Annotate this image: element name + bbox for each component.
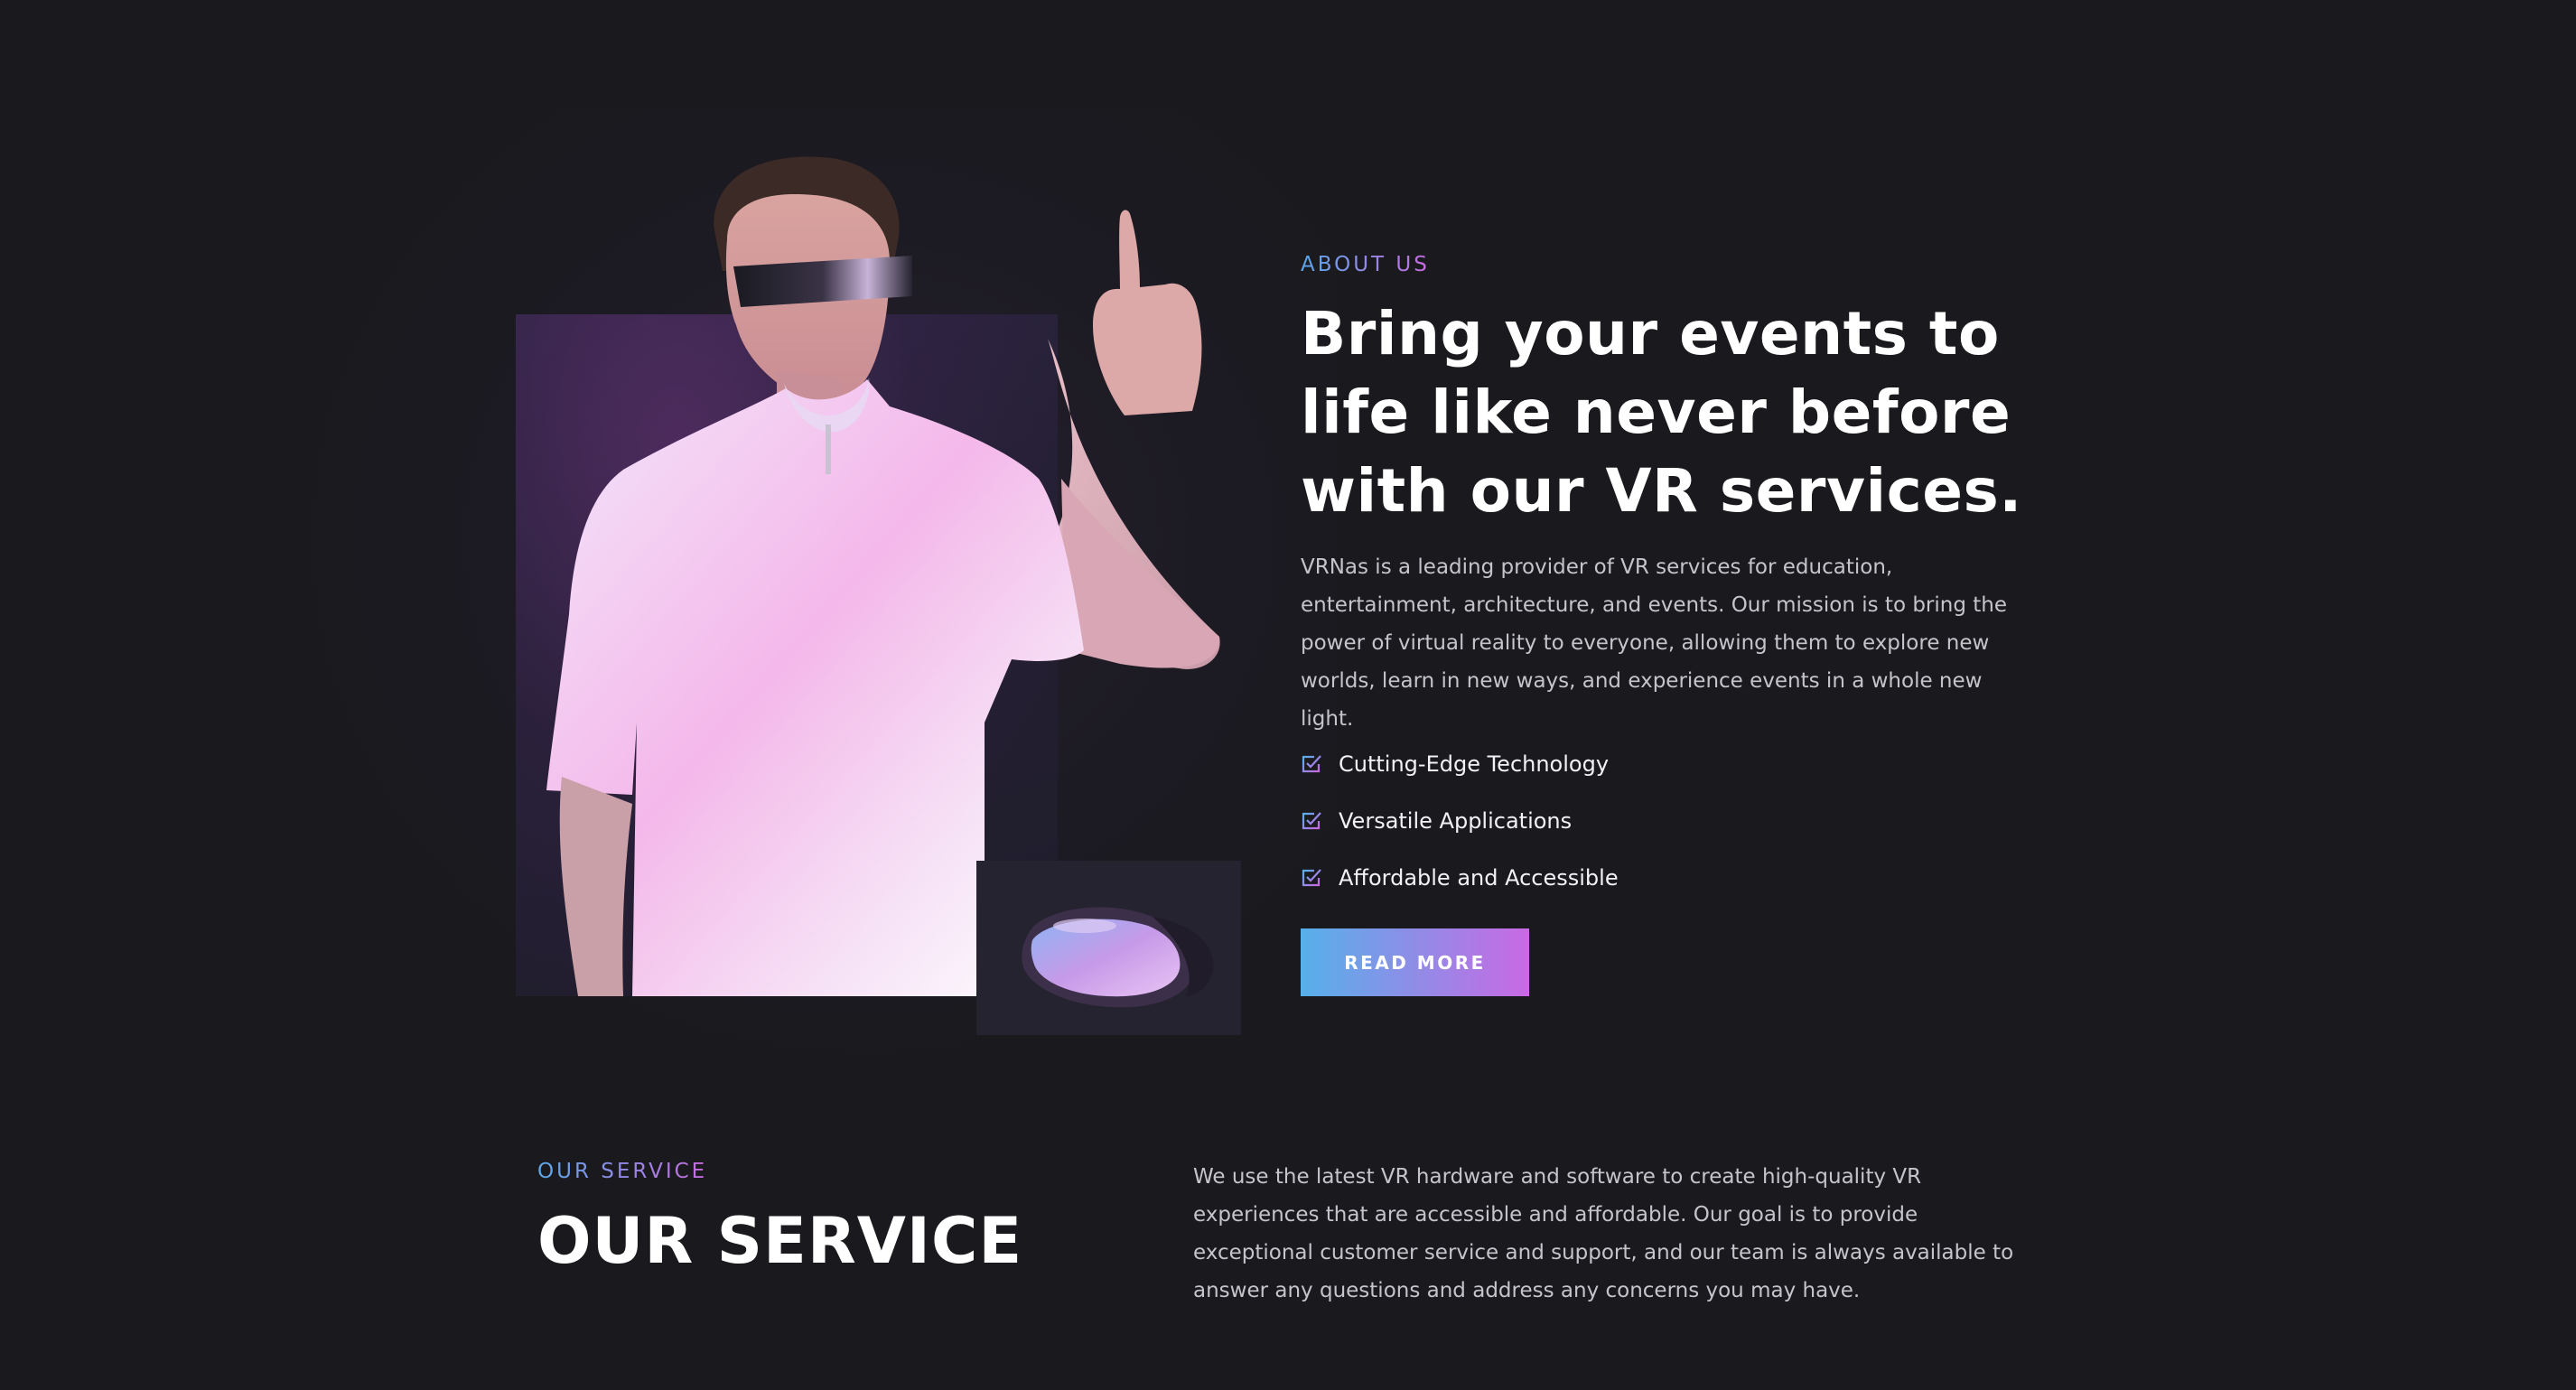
about-eyebrow: ABOUT US (1301, 253, 1430, 276)
service-title: OUR SERVICE (537, 1204, 1023, 1278)
feature-label: Versatile Applications (1339, 807, 1573, 834)
service-eyebrow: OUR SERVICE (537, 1160, 708, 1183)
service-description: We use the latest VR hardware and softwa… (1193, 1165, 2014, 1302)
feature-label: Affordable and Accessible (1339, 864, 1619, 891)
feature-list: Cutting-Edge Technology Versatile Applic… (1301, 735, 1619, 906)
raised-hand (1093, 210, 1202, 415)
read-more-button[interactable]: READ MORE (1301, 928, 1529, 996)
left-arm (559, 777, 632, 996)
vr-headset-icon (1022, 907, 1214, 1008)
feature-item: Cutting-Edge Technology (1301, 735, 1619, 792)
checkbox-checked-icon (1302, 868, 1321, 886)
about-title: Bring your events to life like never bef… (1301, 299, 2022, 526)
checkbox-checked-icon (1302, 754, 1321, 772)
shirt-zipper (826, 424, 831, 474)
vr-headset-thumbnail (976, 861, 1241, 1035)
checkbox-checked-icon (1302, 811, 1321, 829)
feature-item: Versatile Applications (1301, 792, 1619, 849)
feature-label: Cutting-Edge Technology (1339, 751, 1610, 777)
feature-item: Affordable and Accessible (1301, 849, 1619, 906)
about-description: VRNas is a leading provider of VR servic… (1301, 555, 2008, 731)
